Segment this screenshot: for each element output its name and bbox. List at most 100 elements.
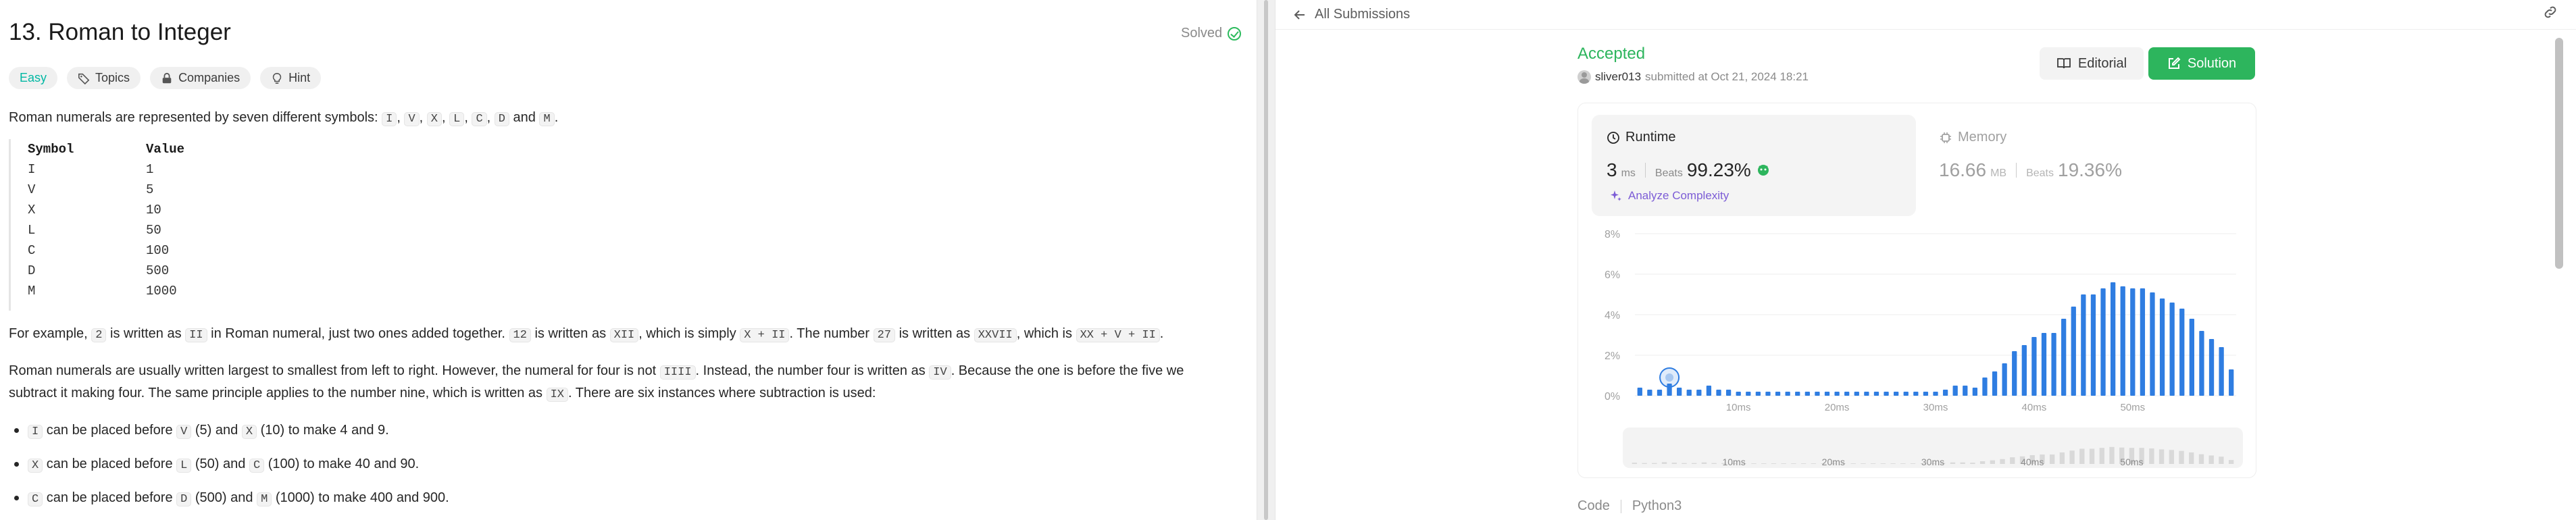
companies-label: Companies <box>178 71 241 84</box>
y-tick-label: 4% <box>1605 310 1620 321</box>
runtime-distribution-chart[interactable]: 8% 6% 4% 2% 0% 10ms 20ms 30ms 40ms 50ms <box>1588 223 2250 425</box>
runtime-heading: Runtime <box>1607 130 1675 145</box>
scrubber-bar <box>1781 463 1786 464</box>
solution-button[interactable]: Solution <box>2148 47 2255 80</box>
scrubber-bar <box>1861 463 1866 464</box>
divider <box>1644 163 1646 178</box>
scrubber-tick-label: 40ms <box>2021 457 2044 467</box>
cell-value: 10 <box>146 203 161 217</box>
memory-unit: MB <box>1990 167 2007 179</box>
beats-badge-icon <box>1757 165 1769 176</box>
bar <box>2199 331 2204 396</box>
intro-paragraph: Roman numerals are represented by seven … <box>9 110 559 126</box>
memory-value: 16.66 <box>1939 159 1987 180</box>
bar <box>1854 392 1859 396</box>
code-inline: L <box>176 459 192 473</box>
scrubber-bar <box>1950 462 1956 464</box>
back-label: All Submissions <box>1315 7 1411 22</box>
topics-tag[interactable]: Topics <box>67 67 141 89</box>
scrubber-bar <box>2228 460 2234 464</box>
table-row: M 1000 <box>28 281 188 301</box>
code-inline: IX <box>546 388 568 402</box>
submission-topbar: All Submissions <box>1276 0 2576 30</box>
resize-grip[interactable] <box>1264 0 1268 520</box>
cell-symbol: C <box>28 243 36 258</box>
code-inline: X <box>241 425 257 439</box>
code-inline: X <box>28 459 43 473</box>
scrubber-bar <box>1771 463 1777 464</box>
scrubber-bar <box>1910 463 1916 464</box>
scrubber-bar <box>2089 448 2095 464</box>
memory-value-row: 16.66 MB Beats 19.36% <box>1939 159 2122 181</box>
example-paragraph: For example, 2 is written as II in Roman… <box>9 324 1163 345</box>
scrubber-bar <box>2179 450 2184 464</box>
chip-icon <box>1940 132 1951 143</box>
analyze-complexity-button[interactable]: Analyze Complexity <box>1609 189 1729 203</box>
y-tick-label: 0% <box>1605 391 1620 402</box>
bar <box>2041 333 2047 396</box>
scrubber-bar <box>1671 463 1677 464</box>
scrubber-bar <box>1642 463 1647 464</box>
y-tick-label: 6% <box>1605 269 1620 281</box>
solved-label: Solved <box>1181 26 1223 41</box>
panel-resize-handle[interactable] <box>1257 0 1276 520</box>
x-tick-label: 20ms <box>1825 402 1850 413</box>
code-inline: C <box>249 459 265 473</box>
memory-heading[interactable]: Memory <box>1939 130 2006 145</box>
x-tick-label: 30ms <box>1923 402 1948 413</box>
text: subtract it making four. The same princi… <box>9 386 547 400</box>
hint-tag[interactable]: Hint <box>260 67 322 89</box>
bar <box>1942 390 1948 396</box>
submission-scrollbar[interactable] <box>2552 30 2566 520</box>
bar <box>2150 292 2155 396</box>
bar <box>1785 392 1790 396</box>
scrubber-bar <box>1682 463 1687 464</box>
submission-panel: All Submissions Accepted sliver013 submi… <box>1276 0 2576 520</box>
link-icon[interactable] <box>2542 4 2558 20</box>
x-tick-label: 50ms <box>2120 402 2145 413</box>
difficulty-badge[interactable]: Easy <box>9 67 58 89</box>
username[interactable]: sliver013 <box>1595 70 1641 84</box>
and-text: and <box>513 110 536 125</box>
text: (5) and <box>191 423 242 438</box>
scrollbar-thumb[interactable] <box>2555 38 2563 269</box>
text: . Because the one is before the five we <box>951 363 1184 378</box>
avatar[interactable] <box>1577 70 1591 84</box>
list-item: X can be placed before L (50) and C (100… <box>9 454 449 488</box>
scrubber-bar <box>1870 463 1876 464</box>
scrubber-bar <box>1711 463 1717 464</box>
bar <box>2179 309 2185 396</box>
bar <box>2229 369 2234 396</box>
scrubber-bar <box>2059 452 2065 464</box>
y-tick-label: 2% <box>1605 350 1620 362</box>
text: . The number <box>789 326 874 341</box>
scrubber-mini-chart[interactable]: 10ms 20ms 30ms 40ms 50ms <box>1623 427 2243 468</box>
code-inline: D <box>494 112 509 126</box>
bar <box>1725 390 1732 396</box>
text: (100) to make 40 and 90. <box>264 457 420 471</box>
cell-symbol: M <box>28 284 36 298</box>
cell-value: 1 <box>146 162 154 177</box>
bar <box>2208 339 2215 396</box>
symbol-value-table: Symbol Value I1 V5 X 10 L 50 C 100 D 500 M 100… <box>9 139 188 311</box>
scrubber-bar <box>1692 463 1697 464</box>
companies-tag[interactable]: Companies <box>150 67 251 89</box>
memory-label: Memory <box>1958 130 2007 145</box>
cell-symbol: X <box>28 203 36 217</box>
editorial-label: Editorial <box>2077 55 2127 71</box>
scrubber-bar <box>1761 463 1767 464</box>
bar <box>2120 286 2125 396</box>
text: For example, <box>9 326 92 341</box>
runtime-beats-value: 99.23% <box>1686 159 1751 180</box>
editorial-button[interactable]: Editorial <box>2040 47 2144 80</box>
hint-label: Hint <box>288 71 311 84</box>
bar <box>1884 392 1889 396</box>
text: , which is simply <box>638 326 740 341</box>
back-to-submissions[interactable]: All Submissions <box>1293 7 1410 22</box>
bar <box>2071 307 2076 396</box>
bar <box>1706 386 1712 396</box>
runtime-beats-label: Beats <box>1655 167 1683 179</box>
bar <box>1795 392 1800 396</box>
tag-icon <box>78 73 90 84</box>
check-circle-icon <box>1228 26 1242 41</box>
